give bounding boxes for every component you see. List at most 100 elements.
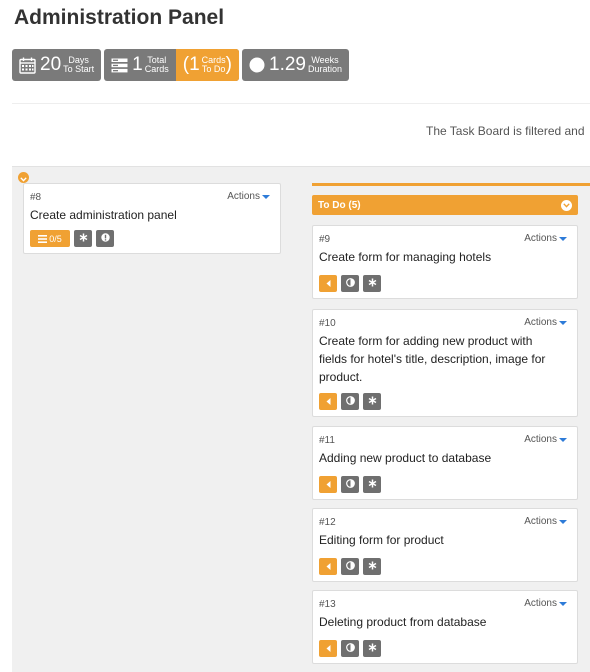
card-title: Adding new product to database <box>319 449 491 467</box>
days-label-bottom: To Start <box>63 64 95 74</box>
card-title: Create form for managing hotels <box>319 248 491 266</box>
asterisk-icon <box>368 643 377 654</box>
exclamation-icon <box>100 233 110 244</box>
cards-value: 1 <box>132 54 143 75</box>
cards-stat-group: 1 Total Cards (1 Cards To Do ) <box>104 49 239 81</box>
half-circle-badge[interactable] <box>341 393 359 410</box>
actions-menu[interactable]: Actions <box>524 434 567 445</box>
column-title: To Do (5) <box>318 199 361 211</box>
actions-label: Actions <box>227 191 260 202</box>
move-left-button[interactable] <box>319 275 337 292</box>
caret-left-icon <box>326 644 331 654</box>
actions-label: Actions <box>524 434 557 445</box>
actions-menu[interactable]: Actions <box>524 233 567 244</box>
caret-down-icon <box>559 320 567 325</box>
half-circle-badge[interactable] <box>341 558 359 575</box>
half-circle-badge[interactable] <box>341 640 359 657</box>
asterisk-icon <box>79 233 88 244</box>
actions-menu[interactable]: Actions <box>524 317 567 328</box>
half-circle-icon <box>345 561 355 572</box>
weeks-label: Weeks Duration <box>308 56 342 74</box>
collapse-row-button[interactable] <box>18 172 29 183</box>
card-title-line: Adding new product to database <box>319 451 492 465</box>
caret-left-icon <box>326 279 331 289</box>
todo-close: ) <box>225 54 232 75</box>
todo-open: (1 <box>182 54 200 75</box>
weeks-duration-stat: 1.29 Weeks Duration <box>242 49 350 81</box>
task-card[interactable]: #13 Actions Deleting product from databa… <box>312 590 578 664</box>
actions-label: Actions <box>524 516 557 527</box>
asterisk-badge[interactable] <box>363 558 381 575</box>
asterisk-badge[interactable] <box>74 230 92 247</box>
days-to-start-stat: 20 Days To Start <box>12 49 102 81</box>
move-left-button[interactable] <box>319 393 337 410</box>
half-circle-icon <box>345 278 355 289</box>
weeks-label-bottom: Duration <box>307 64 343 74</box>
move-left-button[interactable] <box>319 640 337 657</box>
actions-label: Actions <box>524 598 557 609</box>
asterisk-badge[interactable] <box>363 476 381 493</box>
actions-menu[interactable]: Actions <box>524 598 567 609</box>
asterisk-icon <box>368 479 377 490</box>
card-title: Create administration panel <box>30 208 177 222</box>
card-number: #12 <box>319 517 336 528</box>
card-badges <box>319 640 381 657</box>
header-divider <box>12 103 590 104</box>
todo-label: Cards To Do <box>202 56 226 74</box>
stats-bar: 20 Days To Start 1 Total Cards (1 Cards … <box>12 49 350 81</box>
card-title-line: product. <box>319 370 363 384</box>
task-card[interactable]: #12 Actions Editing form for product <box>312 508 578 582</box>
caret-left-icon <box>326 480 331 490</box>
cards-label-bottom: Cards <box>144 64 169 74</box>
caret-left-icon <box>326 397 331 407</box>
move-left-button[interactable] <box>319 476 337 493</box>
chevron-down-icon[interactable] <box>561 199 572 211</box>
cards-to-do-stat: (1 Cards To Do ) <box>175 49 239 81</box>
actions-menu[interactable]: Actions <box>524 516 567 527</box>
card-number: #11 <box>319 435 335 446</box>
alert-badge[interactable] <box>96 230 114 247</box>
asterisk-badge[interactable] <box>363 393 381 410</box>
card-title: Deleting product from database <box>319 613 486 631</box>
card-title-line: Create form for managing hotels <box>319 250 492 264</box>
days-value: 20 <box>40 54 62 75</box>
card-title-line: fields for hotel's title, description, i… <box>319 352 546 366</box>
card-title-line: Deleting product from database <box>319 615 487 629</box>
actions-label: Actions <box>524 317 557 328</box>
task-card[interactable]: #11 Actions Adding new product to databa… <box>312 426 578 500</box>
total-cards-stat: 1 Total Cards <box>104 49 176 81</box>
calendar-icon <box>19 57 36 74</box>
caret-left-icon <box>326 562 331 572</box>
caret-down-icon <box>559 519 567 524</box>
card-badges <box>319 275 381 292</box>
task-card[interactable]: #10 Actions Create form for adding new p… <box>312 309 578 417</box>
card-number: #10 <box>319 318 336 329</box>
card-title: Create form for adding new product with … <box>319 332 545 386</box>
task-card[interactable]: #9 Actions Create form for managing hote… <box>312 225 578 299</box>
parent-card[interactable]: #8 Actions Create administration panel 0… <box>23 183 281 254</box>
half-circle-icon <box>345 396 355 407</box>
card-badges: 0/5 <box>30 230 114 247</box>
todo-label-bottom: To Do <box>201 64 226 74</box>
cards-stack-icon <box>111 58 128 73</box>
card-badges <box>319 558 381 575</box>
caret-down-icon <box>559 437 567 442</box>
actions-menu[interactable]: Actions <box>227 191 270 202</box>
half-circle-badge[interactable] <box>341 476 359 493</box>
card-title: Editing form for product <box>319 531 444 549</box>
asterisk-icon <box>368 561 377 572</box>
todo-column-header[interactable]: To Do (5) <box>312 195 578 215</box>
card-badges <box>319 393 381 410</box>
page-title: Administration Panel <box>14 6 225 29</box>
card-number: #9 <box>319 234 331 245</box>
half-circle-icon <box>345 643 355 654</box>
tasks-badge[interactable]: 0/5 <box>30 230 70 247</box>
card-title-line: Create form for adding new product with <box>319 334 533 348</box>
days-label: Days To Start <box>63 56 94 74</box>
half-circle-badge[interactable] <box>341 275 359 292</box>
task-board: #8 Actions Create administration panel 0… <box>12 166 590 672</box>
circle-icon <box>249 57 265 73</box>
move-left-button[interactable] <box>319 558 337 575</box>
asterisk-badge[interactable] <box>363 275 381 292</box>
asterisk-badge[interactable] <box>363 640 381 657</box>
